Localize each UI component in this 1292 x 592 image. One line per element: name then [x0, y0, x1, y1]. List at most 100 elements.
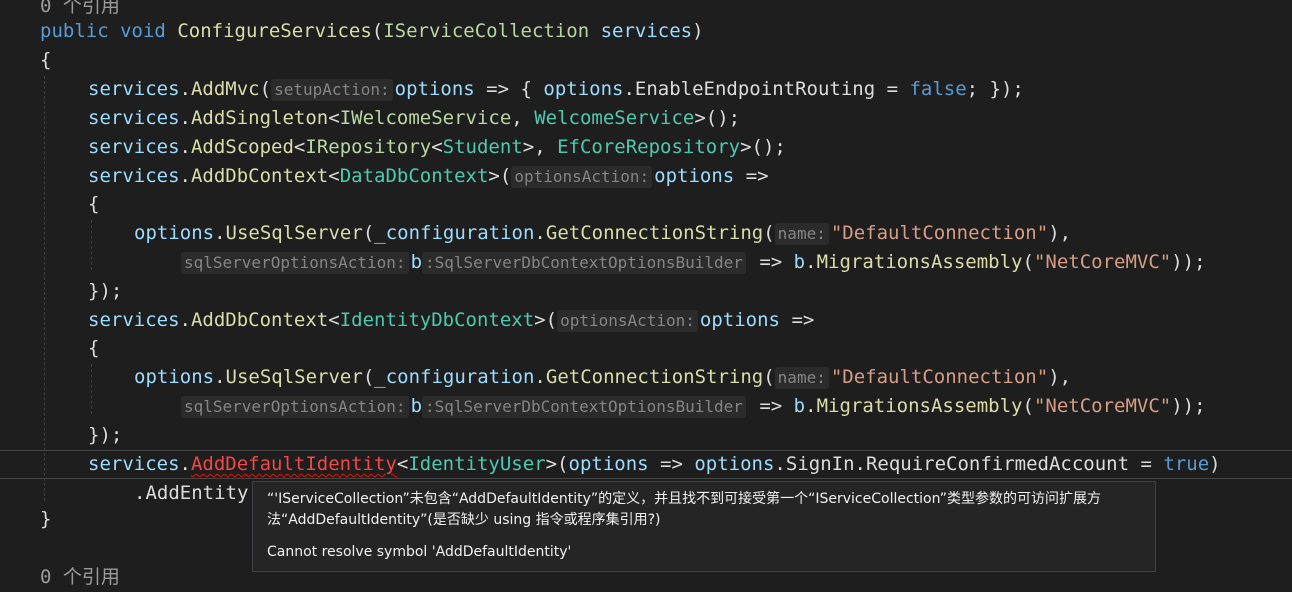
configuration-ident: _configuration — [374, 222, 535, 244]
options-ident: options — [394, 78, 475, 100]
code-line-addentity[interactable]: .AddEntity — [134, 479, 248, 508]
code-line-migrations[interactable]: sqlServerOptionsAction: b:SqlServerDbCont… — [181, 392, 1206, 421]
inlay-hint: :SqlServerDbContextOptionsBuilder — [422, 251, 746, 274]
code-line-brace-open[interactable]: { — [88, 190, 99, 219]
code-line-addscoped[interactable]: services.AddScoped<IRepository<Student>,… — [88, 133, 786, 162]
type-ident: IdentityUser — [408, 453, 546, 475]
method-adddbcontext: AddDbContext — [190, 309, 329, 331]
code-line-adddefaultidentity[interactable]: services.AddDefaultIdentity<IdentityUser… — [88, 450, 1221, 479]
options-ident: options — [654, 165, 735, 187]
options-ident: options — [134, 222, 215, 244]
arrow: => — [648, 453, 695, 475]
method-adddbcontext: AddDbContext — [190, 165, 329, 187]
code-line-migrations[interactable]: sqlServerOptionsAction: b:SqlServerDbCont… — [181, 248, 1206, 277]
options-ident: options — [543, 78, 624, 100]
code-line-adddbcontext-identity[interactable]: services.AddDbContext<IdentityDbContext>… — [88, 306, 826, 335]
equals: = — [875, 78, 910, 100]
method-getconnectionstring: GetConnectionString — [545, 366, 764, 388]
arrow: => — [747, 395, 794, 417]
lambda-param: b — [410, 395, 423, 417]
code-line-usesqlserver[interactable]: options.UseSqlServer(_configuration.GetC… — [134, 363, 1071, 392]
code-line-brace-open[interactable]: { — [88, 334, 99, 363]
equals: = — [1129, 453, 1164, 475]
inlay-hint: setupAction: — [271, 78, 393, 101]
options-ident: options — [699, 309, 780, 331]
inlay-hint: sqlServerOptionsAction: — [181, 251, 409, 274]
property: SignIn — [785, 453, 855, 475]
brace: { — [88, 337, 100, 359]
codelens-references-bottom[interactable]: 0 个引用 — [40, 563, 120, 592]
code-line-usesqlserver[interactable]: options.UseSqlServer(_configuration.GetC… — [134, 219, 1071, 248]
code-line-addsingleton[interactable]: services.AddSingleton<IWelcomeService, W… — [88, 104, 740, 133]
indent-guide — [91, 364, 92, 414]
paren: ( — [371, 20, 384, 42]
brace: { — [40, 49, 52, 71]
dot: . — [179, 78, 191, 100]
services-ident: services — [88, 78, 180, 100]
options-ident: options — [568, 453, 649, 475]
property: EnableEndpointRouting — [634, 78, 876, 100]
string-literal: "NetCoreMVC" — [1033, 251, 1172, 273]
method-addscoped: AddScoped — [190, 136, 294, 158]
type-ident: Student — [442, 136, 523, 158]
code-line-close-lambda[interactable]: }); — [88, 277, 122, 306]
error-squiggle-adddefaultidentity[interactable]: AddDefaultIdentity — [191, 453, 397, 475]
code-line-close-lambda[interactable]: }); — [88, 421, 122, 450]
services-ident: services — [88, 309, 180, 331]
param-type: IServiceCollection — [383, 20, 590, 42]
kw-false: false — [909, 78, 967, 100]
indent-guide — [44, 76, 45, 501]
param-name: services — [600, 20, 693, 42]
options-ident: options — [694, 453, 775, 475]
services-ident: services — [88, 136, 180, 158]
tooltip-message-cn: “'IServiceCollection”未包含“AddDefaultIdent… — [267, 491, 1101, 528]
type-ident: IdentityDbContext — [339, 309, 535, 331]
lambda-param: b — [410, 251, 423, 273]
tooltip-message-en: Cannot resolve symbol 'AddDefaultIdentit… — [267, 544, 572, 560]
method-usesqlserver: UseSqlServer — [225, 222, 363, 244]
services-ident: services — [88, 453, 180, 475]
type-ident: DataDbContext — [339, 165, 489, 187]
code-line-addmvc[interactable]: services.AddMvc(setupAction: options => {… — [88, 75, 1024, 104]
type-ident: WelcomeService — [534, 107, 695, 129]
inlay-hint: sqlServerOptionsAction: — [181, 395, 409, 418]
method-addsingleton: AddSingleton — [190, 107, 329, 129]
brace: } — [40, 508, 52, 530]
method-migrationsassembly: MigrationsAssembly — [816, 251, 1023, 273]
string-literal: "DefaultConnection" — [830, 222, 1049, 244]
string-literal: "NetCoreMVC" — [1033, 395, 1172, 417]
kw-public: public — [40, 20, 109, 42]
string-literal: "DefaultConnection" — [830, 366, 1049, 388]
indent-guide — [91, 220, 92, 270]
brace: { — [88, 193, 100, 215]
inlay-hint: optionsAction: — [511, 165, 653, 188]
punct: }); — [88, 424, 123, 446]
code-line-adddbcontext-data[interactable]: services.AddDbContext<DataDbContext>(opt… — [88, 162, 780, 191]
code-line-brace-close[interactable]: } — [40, 505, 51, 534]
configuration-ident: _configuration — [374, 366, 535, 388]
code-line-brace-open[interactable]: { — [40, 46, 51, 75]
method-addmvc: AddMvc — [190, 78, 260, 100]
inlay-hint: optionsAction: — [557, 309, 698, 332]
method-getconnectionstring: GetConnectionString — [545, 222, 764, 244]
method-addentity: .AddEntity — [134, 482, 249, 504]
services-ident: services — [88, 165, 180, 187]
method-name: ConfigureServices — [177, 20, 372, 42]
type-ident: EfCoreRepository — [557, 136, 741, 158]
lambda-param: b — [793, 395, 806, 417]
punct: ; }); — [966, 78, 1024, 100]
arrow: => — [747, 251, 794, 273]
inlay-hint: name: — [774, 222, 829, 245]
method-migrationsassembly: MigrationsAssembly — [816, 395, 1023, 417]
lambda-param: b — [793, 251, 806, 273]
options-ident: options — [134, 366, 215, 388]
paren: ) — [692, 20, 704, 42]
brace: { — [520, 78, 544, 100]
type-ident: IWelcomeService — [339, 107, 512, 129]
error-tooltip: “'IServiceCollection”未包含“AddDefaultIdent… — [252, 481, 1156, 572]
arrow: => — [780, 309, 826, 331]
services-ident: services — [88, 107, 180, 129]
inlay-hint: name: — [774, 366, 829, 389]
code-line-signature[interactable]: public void ConfigureServices(IServiceCo… — [40, 17, 704, 46]
inlay-hint: :SqlServerDbContextOptionsBuilder — [422, 395, 746, 418]
